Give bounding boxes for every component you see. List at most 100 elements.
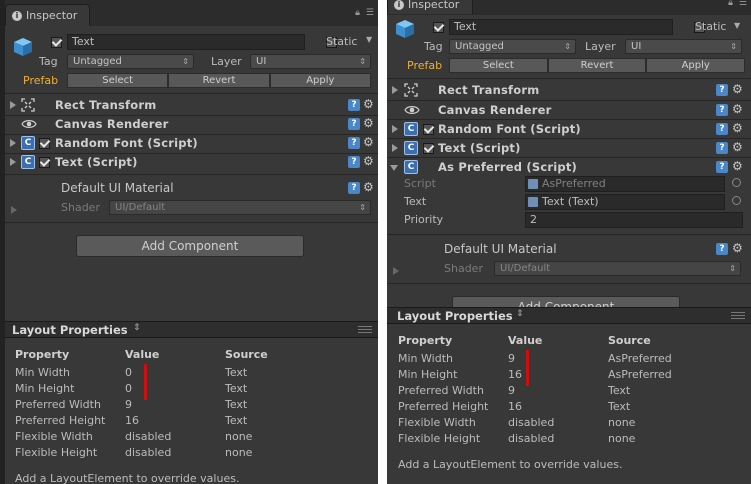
help-icon[interactable]: ? xyxy=(348,137,360,149)
tab-inspector[interactable]: i Inspector xyxy=(387,0,473,14)
object-picker-icon[interactable] xyxy=(732,196,741,205)
object-picker-icon[interactable] xyxy=(732,178,741,187)
divider xyxy=(5,93,378,94)
gear-icon[interactable]: ⚙ xyxy=(732,82,743,96)
prefab-select-button[interactable]: Select xyxy=(67,73,169,88)
layout-properties-header[interactable]: Layout Properties ⇕ xyxy=(387,307,751,324)
component-canvas-renderer[interactable]: Canvas Renderer ? ⚙ xyxy=(387,101,751,120)
help-icon[interactable]: ? xyxy=(348,118,360,130)
lock-icon[interactable]: 🔒︎ xyxy=(728,0,733,8)
foldout-arrow-icon[interactable] xyxy=(11,206,17,214)
tag-dropdown[interactable]: Untagged ⇕ xyxy=(449,39,576,54)
lock-icon[interactable]: 🔒︎ xyxy=(355,8,360,18)
layer-dropdown[interactable]: UI ⇕ xyxy=(250,54,371,69)
foldout-arrow-icon[interactable] xyxy=(10,139,16,147)
help-icon[interactable]: ? xyxy=(716,243,728,255)
gear-icon[interactable]: ⚙ xyxy=(732,121,743,135)
layout-properties-title: Layout Properties xyxy=(397,309,513,323)
help-icon[interactable]: ? xyxy=(716,104,728,116)
foldout-arrow-icon[interactable] xyxy=(393,267,399,275)
gear-icon[interactable]: ⚙ xyxy=(363,180,374,194)
component-rect-transform[interactable]: Rect Transform ? ⚙ xyxy=(387,81,751,100)
drag-handle-icon[interactable] xyxy=(358,326,372,333)
dropdown-arrows-icon: ⇕ xyxy=(729,264,736,273)
info-icon: i xyxy=(394,0,404,10)
component-random-font[interactable]: C Random Font (Script) ? ⚙ xyxy=(387,120,751,139)
gameobject-cube-icon xyxy=(14,38,32,56)
gear-icon[interactable]: ⚙ xyxy=(732,241,743,255)
inspector-panel-left: i Inspector 🔒︎ ☰ Text Static ▼ Tag Untag… xyxy=(5,0,378,484)
dropdown-arrows-icon: ⇕ xyxy=(359,203,366,212)
dropdown-arrows-icon: ⇕ xyxy=(730,42,737,51)
help-icon[interactable]: ? xyxy=(348,99,360,111)
gear-icon[interactable]: ⚙ xyxy=(363,116,374,130)
active-checkbox[interactable] xyxy=(51,37,62,48)
divider xyxy=(387,283,751,284)
tab-label: Inspector xyxy=(26,9,78,22)
prefab-apply-button[interactable]: Apply xyxy=(646,58,746,73)
help-icon[interactable]: ? xyxy=(348,182,360,194)
component-canvas-renderer[interactable]: Canvas Renderer ? ⚙ xyxy=(5,115,378,134)
row-value: 0 xyxy=(125,366,132,379)
layer-dropdown[interactable]: UI ⇕ xyxy=(625,39,742,54)
row-source: Text xyxy=(225,414,248,427)
component-text[interactable]: C Text (Script) ? ⚙ xyxy=(5,153,378,172)
layout-properties-header[interactable]: Layout Properties ⇕ xyxy=(5,321,378,338)
script-field: AsPreferred xyxy=(525,176,725,192)
help-icon[interactable]: ? xyxy=(716,142,728,154)
info-icon: i xyxy=(12,10,22,21)
shader-label: Shader xyxy=(444,262,483,275)
help-icon[interactable]: ? xyxy=(716,123,728,135)
prefab-revert-button[interactable]: Revert xyxy=(168,73,270,88)
add-component-button[interactable]: Add Component xyxy=(76,235,304,257)
component-rect-transform[interactable]: Rect Transform ? ⚙ xyxy=(5,96,378,115)
shader-dropdown[interactable]: UI/Default ⇕ xyxy=(109,200,371,215)
foldout-arrow-icon[interactable] xyxy=(392,144,398,152)
static-dropdown-arrow-icon[interactable]: ▼ xyxy=(366,35,372,44)
foldout-arrow-icon[interactable] xyxy=(392,86,398,94)
gear-icon[interactable]: ⚙ xyxy=(732,159,743,173)
priority-field[interactable]: 2 xyxy=(525,212,743,228)
gear-icon[interactable]: ⚙ xyxy=(732,140,743,154)
gear-icon[interactable]: ⚙ xyxy=(363,135,374,149)
text-reference-field[interactable]: Text (Text) xyxy=(525,194,725,210)
component-random-font[interactable]: C Random Font (Script) ? ⚙ xyxy=(5,134,378,153)
prefab-select-button[interactable]: Select xyxy=(449,58,548,73)
shader-value: UI/Default xyxy=(115,202,166,213)
tag-dropdown[interactable]: Untagged ⇕ xyxy=(67,54,194,69)
tab-inspector[interactable]: i Inspector xyxy=(5,4,90,26)
gear-icon[interactable]: ⚙ xyxy=(363,154,374,168)
row-value: 0 xyxy=(125,382,132,395)
static-dropdown-arrow-icon[interactable]: ▼ xyxy=(734,21,740,30)
menu-icon[interactable]: ☰ xyxy=(739,0,747,8)
script-field-value: AsPreferred xyxy=(542,177,606,190)
component-text[interactable]: C Text (Script) ? ⚙ xyxy=(387,139,751,158)
component-name: Random Font (Script) xyxy=(55,136,198,150)
rect-transform-icon xyxy=(404,83,418,97)
foldout-arrow-icon[interactable] xyxy=(390,165,398,171)
divider xyxy=(387,78,751,79)
component-enabled-checkbox[interactable] xyxy=(39,138,50,149)
component-as-preferred[interactable]: C As Preferred (Script) ? ⚙ xyxy=(387,158,751,177)
foldout-arrow-icon[interactable] xyxy=(10,158,16,166)
component-enabled-checkbox[interactable] xyxy=(423,143,434,154)
help-icon[interactable]: ? xyxy=(716,161,728,173)
help-icon[interactable]: ? xyxy=(348,156,360,168)
active-checkbox[interactable] xyxy=(433,22,444,33)
layer-value: UI xyxy=(631,41,642,52)
foldout-arrow-icon[interactable] xyxy=(10,101,16,109)
help-icon[interactable]: ? xyxy=(716,84,728,96)
static-label: Static xyxy=(695,20,727,33)
component-enabled-checkbox[interactable] xyxy=(39,157,50,168)
prefab-revert-button[interactable]: Revert xyxy=(547,58,647,73)
object-name-field[interactable]: Text xyxy=(449,19,673,35)
prefab-apply-button[interactable]: Apply xyxy=(269,73,371,88)
shader-dropdown[interactable]: UI/Default ⇕ xyxy=(494,261,741,276)
gear-icon[interactable]: ⚙ xyxy=(363,97,374,111)
component-enabled-checkbox[interactable] xyxy=(423,124,434,135)
menu-icon[interactable]: ☰ xyxy=(366,8,374,18)
drag-handle-icon[interactable] xyxy=(731,312,745,319)
foldout-arrow-icon[interactable] xyxy=(392,125,398,133)
gear-icon[interactable]: ⚙ xyxy=(732,102,743,116)
object-name-field[interactable]: Text xyxy=(67,34,305,50)
